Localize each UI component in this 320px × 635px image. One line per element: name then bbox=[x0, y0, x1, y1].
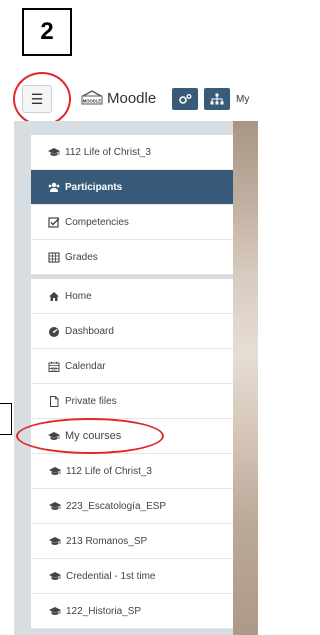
nav-item-label: 223_Escatología_ESP bbox=[66, 500, 167, 512]
nav-item-label: Participants bbox=[65, 181, 123, 193]
step-number-box: 2 bbox=[22, 8, 72, 56]
graduation-cap-icon bbox=[48, 535, 62, 547]
checkbox-icon bbox=[47, 216, 61, 228]
logo-text: MOODLE bbox=[83, 99, 102, 104]
nav-item-label: Calendar bbox=[65, 360, 106, 372]
site-nav-section: Home Dashboard Calendar Private files My… bbox=[31, 279, 233, 629]
nav-item-private-files[interactable]: Private files bbox=[31, 384, 233, 419]
nav-item-grades[interactable]: Grades bbox=[31, 240, 233, 275]
home-icon bbox=[47, 290, 61, 302]
nav-item-dashboard[interactable]: Dashboard bbox=[31, 314, 233, 349]
nav-item-label: Credential - 1st time bbox=[66, 570, 156, 582]
nav-item-course-5[interactable]: 122_Historia_SP bbox=[31, 594, 233, 629]
nav-item-label: 122_Historia_SP bbox=[66, 605, 142, 617]
graduation-cap-icon bbox=[48, 570, 62, 582]
annotation-bracket bbox=[0, 403, 12, 435]
toolbar-button-structure[interactable] bbox=[204, 88, 230, 110]
sitemap-icon bbox=[210, 93, 224, 105]
graduation-cap-icon bbox=[47, 430, 61, 442]
toolbar-button-settings[interactable] bbox=[172, 88, 198, 110]
nav-item-label: 213 Romanos_SP bbox=[66, 535, 148, 547]
nav-item-label: Private files bbox=[65, 395, 117, 407]
nav-item-my-courses[interactable]: My courses bbox=[31, 419, 233, 454]
cut-off-link[interactable]: My bbox=[236, 94, 249, 105]
calendar-icon bbox=[47, 360, 61, 372]
nav-item-course-1[interactable]: 112 Life of Christ_3 bbox=[31, 454, 233, 489]
nav-item-label: Dashboard bbox=[65, 325, 114, 337]
step-number: 2 bbox=[40, 18, 54, 45]
nav-item-calendar[interactable]: Calendar bbox=[31, 349, 233, 384]
nav-item-label: My courses bbox=[65, 430, 122, 442]
nav-item-course-2[interactable]: 223_Escatología_ESP bbox=[31, 489, 233, 524]
graduation-cap-icon bbox=[47, 146, 61, 158]
nav-item-home[interactable]: Home bbox=[31, 279, 233, 314]
file-icon bbox=[47, 395, 61, 407]
hamburger-icon: ☰ bbox=[30, 90, 44, 107]
nav-item-label: Competencies bbox=[65, 216, 129, 228]
dashboard-icon bbox=[47, 325, 61, 337]
table-icon bbox=[47, 251, 61, 263]
course-nav-section: 112 Life of Christ_3 Participants Compet… bbox=[31, 135, 233, 275]
nav-item-course[interactable]: 112 Life of Christ_3 bbox=[31, 135, 233, 170]
nav-item-label: Home bbox=[65, 290, 92, 302]
nav-item-participants[interactable]: Participants bbox=[31, 170, 233, 205]
graduation-cap-icon bbox=[48, 605, 62, 617]
graduation-cap-icon bbox=[48, 500, 62, 512]
nav-item-label: Grades bbox=[65, 251, 98, 263]
graduation-cap-icon bbox=[48, 465, 62, 477]
menu-toggle-button[interactable]: ☰ bbox=[22, 85, 52, 113]
nav-item-competencies[interactable]: Competencies bbox=[31, 205, 233, 240]
course-banner-image bbox=[233, 121, 258, 635]
nav-item-label: 112 Life of Christ_3 bbox=[66, 465, 152, 477]
nav-item-course-4[interactable]: Credential - 1st time bbox=[31, 559, 233, 594]
nav-item-course-3[interactable]: 213 Romanos_SP bbox=[31, 524, 233, 559]
cogs-icon bbox=[179, 94, 192, 104]
nav-item-label: 112 Life of Christ_3 bbox=[65, 146, 151, 158]
moodle-logo-icon: MOODLE bbox=[81, 90, 103, 105]
site-brand[interactable]: Moodle bbox=[107, 90, 156, 107]
users-icon bbox=[47, 181, 61, 193]
